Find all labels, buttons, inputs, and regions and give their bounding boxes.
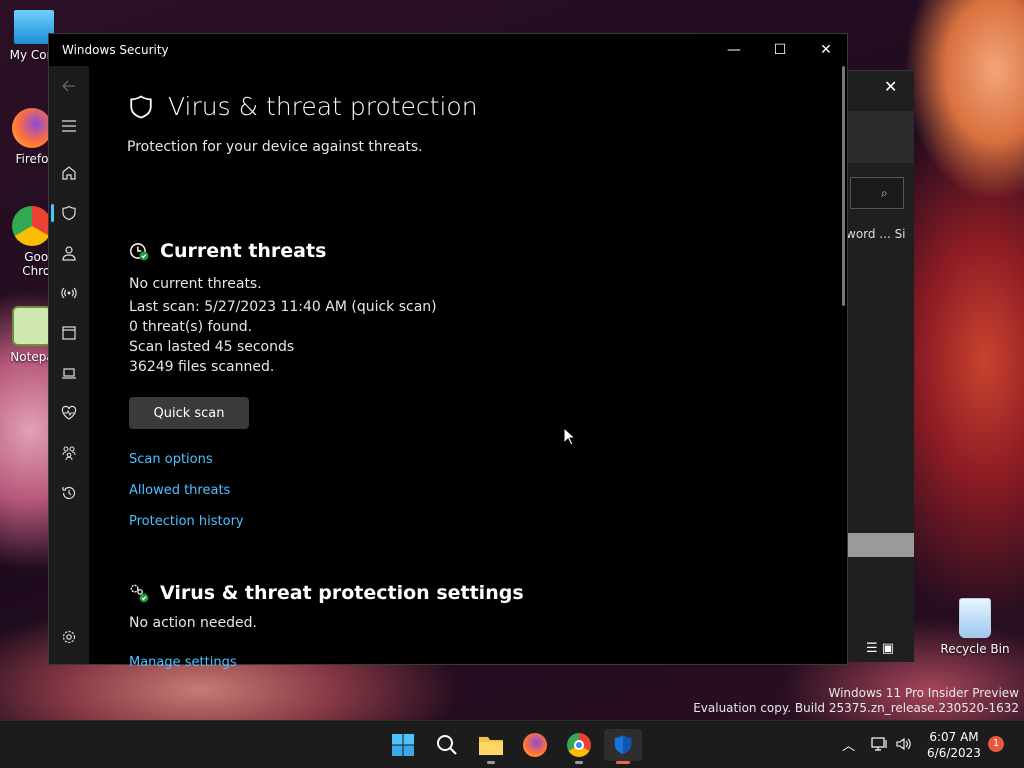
file-explorer-button[interactable]	[475, 729, 507, 764]
notification-badge[interactable]: 1	[988, 736, 1004, 752]
laptop-icon[interactable]	[49, 353, 89, 393]
windows-security-window: Windows Security — ☐ ✕ Virus & threat pr…	[48, 33, 848, 670]
system-clock[interactable]: 6:07 AM 6/6/2023	[920, 729, 988, 761]
clock-date: 6/6/2023	[927, 746, 981, 760]
page-subtitle: Protection for your device against threa…	[127, 139, 423, 155]
toolbar-area	[846, 111, 914, 163]
tab-strip[interactable]: word ... Si	[846, 227, 914, 241]
search-icon	[437, 735, 457, 755]
scroll-track[interactable]	[846, 533, 914, 557]
watermark-line1: Windows 11 Pro Insider Preview	[828, 686, 1019, 700]
settings-gears-icon	[130, 584, 149, 603]
window-title: Windows Security	[62, 43, 169, 57]
main-content: Virus & threat protection Protection for…	[89, 66, 839, 670]
clock-time: 6:07 AM	[929, 730, 979, 744]
threats-found-info: 0 threat(s) found.	[129, 319, 253, 335]
view-toggle-icon[interactable]: ☰ ▣	[866, 641, 894, 656]
current-threats-heading: Current threats	[128, 240, 326, 262]
page-title: Virus & threat protection	[128, 92, 478, 121]
protection-settings-title: Virus & threat protection settings	[160, 582, 524, 604]
mouse-cursor-icon	[563, 427, 577, 446]
running-indicator	[487, 761, 495, 764]
active-indicator	[616, 761, 630, 764]
app-browser-icon[interactable]	[49, 313, 89, 353]
network-icon[interactable]	[871, 736, 889, 752]
family-icon[interactable]	[49, 433, 89, 473]
scan-clock-icon	[130, 243, 149, 261]
maximize-button[interactable]: ☐	[757, 34, 803, 66]
hamburger-icon[interactable]	[49, 106, 89, 146]
firefox-button[interactable]	[519, 729, 551, 761]
title-bar[interactable]: Windows Security — ☐ ✕	[49, 34, 847, 66]
sidebar-nav	[49, 66, 89, 664]
wifi-signal-icon[interactable]	[49, 273, 89, 313]
taskbar: ︿ 6:07 AM 6/6/2023	[0, 720, 1024, 768]
chrome-icon	[567, 733, 591, 757]
minimize-button[interactable]: —	[711, 34, 757, 66]
scan-options-link[interactable]: Scan options	[129, 452, 213, 467]
files-scanned-info: 36249 files scanned.	[129, 359, 275, 375]
security-shield-icon	[614, 735, 632, 754]
manage-settings-link[interactable]: Manage settings	[129, 655, 237, 670]
home-icon[interactable]	[49, 153, 89, 193]
windows-logo-icon	[392, 734, 414, 756]
notepad-icon	[12, 306, 52, 346]
heart-pulse-icon[interactable]	[49, 393, 89, 433]
last-scan-info: Last scan: 5/27/2023 11:40 AM (quick sca…	[129, 299, 437, 315]
back-arrow-icon[interactable]	[49, 66, 89, 106]
volume-icon[interactable]	[895, 736, 911, 752]
firefox-icon	[12, 108, 52, 148]
scan-duration-info: Scan lasted 45 seconds	[129, 339, 295, 355]
shield-icon	[130, 94, 152, 119]
search-icon[interactable]: ⌕	[850, 177, 904, 209]
chrome-icon	[12, 206, 52, 246]
desktop-icon-recycle-bin[interactable]: Recycle Bin	[940, 598, 1010, 656]
shield-icon[interactable]	[49, 193, 89, 233]
recycle-bin-icon	[959, 598, 991, 638]
chrome-button[interactable]	[563, 729, 595, 764]
page-title-text: Virus & threat protection	[168, 92, 478, 121]
search-button[interactable]	[431, 729, 463, 761]
allowed-threats-link[interactable]: Allowed threats	[129, 483, 230, 498]
quick-scan-button[interactable]: Quick scan	[129, 397, 249, 429]
scrollbar[interactable]	[842, 66, 845, 306]
start-button[interactable]	[387, 729, 419, 761]
desktop-icon-label: Recycle Bin	[940, 642, 1010, 656]
protection-history-link[interactable]: Protection history	[129, 514, 244, 529]
person-icon[interactable]	[49, 233, 89, 273]
firefox-icon	[523, 733, 547, 757]
history-icon[interactable]	[49, 473, 89, 513]
windows-security-button[interactable]	[604, 729, 642, 764]
desktop-icon-label: Firefo	[15, 152, 49, 166]
watermark-line2: Evaluation copy. Build 25375.zn_release.…	[693, 701, 1019, 715]
close-icon[interactable]: ✕	[884, 77, 897, 96]
gear-icon[interactable]	[49, 617, 89, 657]
close-button[interactable]: ✕	[803, 34, 849, 66]
settings-status: No action needed.	[129, 615, 257, 631]
running-indicator	[575, 761, 583, 764]
background-explorer-window[interactable]: ✕ ⌕ word ... Si ☰ ▣	[846, 70, 914, 662]
threat-status: No current threats.	[129, 276, 262, 292]
chevron-up-icon[interactable]: ︿	[842, 735, 855, 754]
current-threats-title: Current threats	[160, 240, 327, 262]
protection-settings-heading: Virus & threat protection settings	[128, 582, 524, 604]
folder-icon	[479, 737, 503, 755]
